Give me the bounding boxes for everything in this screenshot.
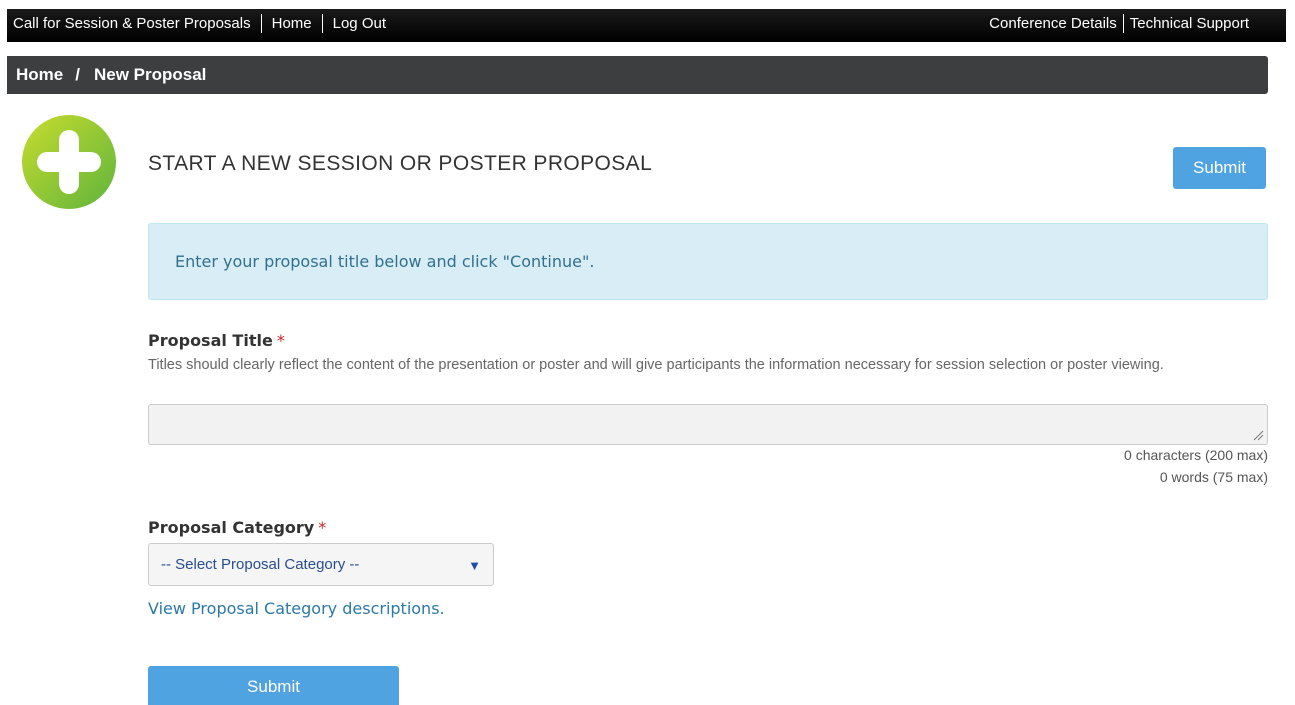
character-count: 0 characters (200 max) [1124,447,1268,463]
breadcrumb-home[interactable]: Home [16,65,63,85]
proposal-category-selected: -- Select Proposal Category -- [161,556,360,573]
required-marker: * [318,518,327,537]
breadcrumb: Home / New Proposal [7,56,1268,94]
info-message: Enter your proposal title below and clic… [148,223,1268,300]
category-descriptions-link[interactable]: View Proposal Category descriptions. [148,599,445,618]
logout-link[interactable]: Log Out [333,15,386,32]
technical-support-link[interactable]: Technical Support [1130,15,1249,32]
proposal-title-label-text: Proposal Title [148,331,273,350]
breadcrumb-current: New Proposal [93,65,207,84]
plus-circle-icon [22,115,116,209]
nav-separator [1122,14,1124,33]
breadcrumb-separator: / [75,65,80,84]
home-link[interactable]: Home [272,15,312,32]
word-count: 0 words (75 max) [1159,469,1268,485]
proposal-title-label: Proposal Title * [148,331,285,350]
page-title: START A NEW SESSION OR POSTER PROPOSAL [148,152,653,175]
caret-down-icon: ▼ [468,558,481,573]
submit-button-bottom[interactable]: Submit [148,666,399,705]
required-marker: * [276,331,285,350]
resize-grip-icon[interactable] [1252,429,1264,441]
top-navigation-bar: Call for Session & Poster Proposals Home… [7,9,1286,42]
proposal-category-select[interactable]: -- Select Proposal Category -- ▼ [148,543,494,586]
proposal-title-input[interactable] [148,404,1268,445]
nav-separator [260,14,262,33]
info-message-text: Enter your proposal title below and clic… [175,252,595,271]
top-nav-right: Conference Details Technical Support [989,14,1249,33]
nav-separator [321,14,323,33]
submit-button-top[interactable]: Submit [1173,147,1266,189]
conference-details-link[interactable]: Conference Details [989,15,1117,32]
top-nav-left: Call for Session & Poster Proposals Home… [13,14,386,33]
proposal-category-label-text: Proposal Category [148,518,315,537]
proposal-category-label: Proposal Category * [148,518,326,537]
call-for-proposals-link[interactable]: Call for Session & Poster Proposals [13,15,251,32]
proposal-title-help: Titles should clearly reflect the conten… [148,357,1164,373]
